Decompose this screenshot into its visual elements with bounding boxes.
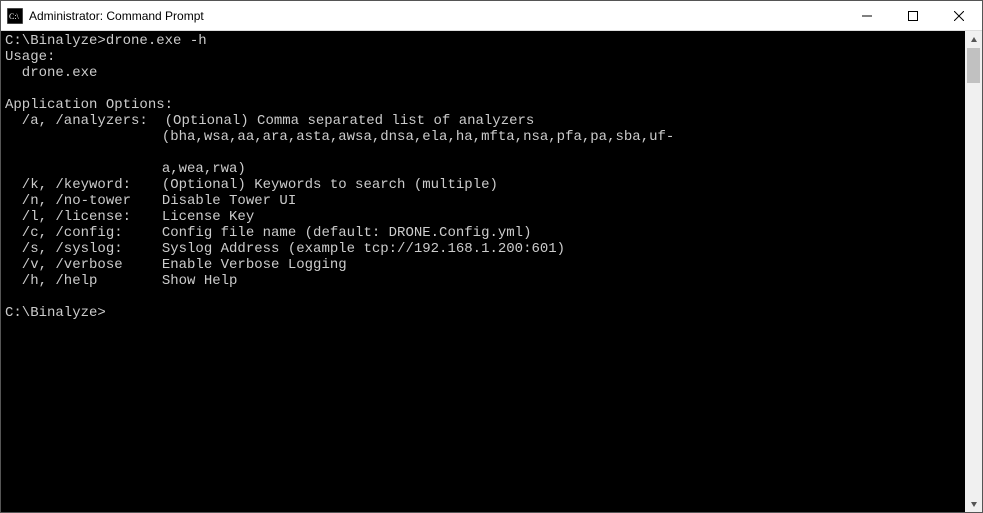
option-row (5, 145, 965, 161)
window-controls (844, 1, 982, 30)
vertical-scrollbar[interactable] (965, 31, 982, 512)
window-title: Administrator: Command Prompt (29, 9, 844, 23)
prompt: C:\Binalyze> (5, 305, 106, 321)
option-row: /v, /verbose Enable Verbose Logging (5, 257, 965, 273)
option-row: /n, /no-tower Disable Tower UI (5, 193, 965, 209)
usage-line: drone.exe (5, 65, 97, 81)
close-button[interactable] (936, 1, 982, 30)
option-row: /h, /help Show Help (5, 273, 965, 289)
option-row: /a, /analyzers: (Optional) Comma separat… (5, 113, 965, 129)
option-row: /l, /license: License Key (5, 209, 965, 225)
command-prompt-window: C:\ Administrator: Command Prompt C:\Bin… (0, 0, 983, 513)
option-row: (bha,wsa,aa,ara,asta,awsa,dnsa,ela,ha,mf… (5, 129, 965, 145)
maximize-button[interactable] (890, 1, 936, 30)
svg-text:C:\: C:\ (9, 12, 20, 21)
terminal-area: C:\Binalyze>drone.exe -h Usage: drone.ex… (1, 31, 982, 512)
option-row: /s, /syslog: Syslog Address (example tcp… (5, 241, 965, 257)
prompt: C:\Binalyze> (5, 33, 106, 49)
scroll-up-arrow-icon[interactable] (965, 31, 982, 48)
option-row: /k, /keyword: (Optional) Keywords to sea… (5, 177, 965, 193)
options-heading: Application Options: (5, 97, 173, 113)
titlebar[interactable]: C:\ Administrator: Command Prompt (1, 1, 982, 31)
scroll-track[interactable] (965, 48, 982, 495)
minimize-button[interactable] (844, 1, 890, 30)
scroll-thumb[interactable] (967, 48, 980, 83)
usage-heading: Usage: (5, 49, 55, 65)
app-icon: C:\ (7, 8, 23, 24)
command-text: drone.exe -h (106, 33, 207, 49)
scroll-down-arrow-icon[interactable] (965, 495, 982, 512)
terminal[interactable]: C:\Binalyze>drone.exe -h Usage: drone.ex… (1, 31, 965, 512)
option-row: a,wea,rwa) (5, 161, 965, 177)
option-row: /c, /config: Config file name (default: … (5, 225, 965, 241)
